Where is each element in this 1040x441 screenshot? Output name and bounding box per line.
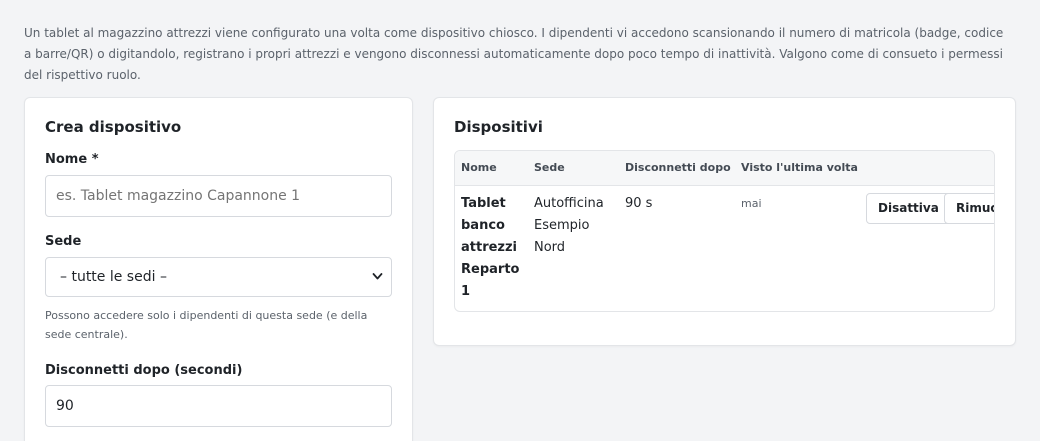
site-label: Sede (45, 234, 82, 249)
devices-title: Dispositivi (454, 118, 543, 136)
remove-button[interactable]: Rimuovi (944, 193, 994, 224)
intro-text: Un tablet al magazzino attrezzi viene co… (24, 26, 1004, 82)
create-device-title: Crea dispositivo (45, 118, 182, 136)
site-help-text: Possono accedere solo i dipendenti di qu… (45, 309, 368, 341)
logout-seconds-input[interactable] (45, 385, 392, 427)
column-header-last-seen: Visto l'ultima volta (741, 161, 858, 174)
create-device-card: Crea dispositivo Nome * Sede – tutte le … (24, 97, 413, 441)
device-site: Autofficina Esempio Nord (534, 196, 604, 255)
chevron-down-icon (372, 258, 383, 312)
devices-table: Nome Sede Disconnetti dopo Visto l'ultim… (454, 150, 995, 312)
name-label: Nome * (45, 152, 99, 167)
column-header-logout: Disconnetti dopo (625, 161, 731, 174)
name-input[interactable] (45, 175, 392, 217)
table-header: Nome Sede Disconnetti dopo Visto l'ultim… (455, 151, 994, 186)
column-header-site: Sede (534, 161, 565, 174)
device-logout: 90 s (625, 196, 653, 211)
deactivate-button[interactable]: Disattiva (866, 193, 951, 224)
site-select[interactable]: – tutte le sedi – (45, 257, 392, 297)
logout-label: Disconnetti dopo (secondi) (45, 363, 243, 378)
column-header-name: Nome (461, 161, 497, 174)
device-last-seen: mai (741, 197, 762, 210)
device-name: Tablet banco attrezzi Reparto 1 (461, 196, 520, 299)
site-select-value: – tutte le sedi – (60, 269, 167, 285)
devices-card: Dispositivi Nome Sede Disconnetti dopo V… (433, 97, 1016, 346)
